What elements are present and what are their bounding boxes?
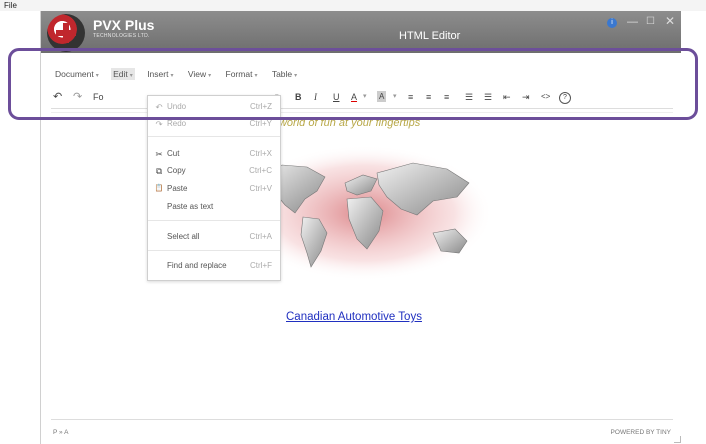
brand-subtitle: TECHNOLOGIES LTD. bbox=[93, 33, 150, 39]
logo-cross-horizontal bbox=[56, 30, 76, 36]
title-bar: PVX Plus TECHNOLOGIES LTD. HTML Editor i… bbox=[41, 11, 681, 53]
brand-name: PVX Plus bbox=[93, 17, 155, 33]
element-path[interactable]: P » A bbox=[53, 429, 68, 436]
menu-separator bbox=[148, 136, 280, 137]
menu-item-find-and-replace[interactable]: Find and replace Ctrl+F bbox=[148, 259, 280, 273]
menu-item-cut[interactable]: ✂ Cut Ctrl+X bbox=[148, 147, 280, 161]
maximize-icon[interactable]: ☐ bbox=[646, 16, 655, 27]
window-title: HTML Editor bbox=[399, 30, 461, 42]
menu-separator bbox=[148, 250, 280, 251]
menu-item-paste-as-text[interactable]: Paste as text bbox=[148, 200, 280, 214]
powered-by-tiny-link[interactable]: POWERED BY TINY bbox=[611, 429, 671, 436]
canadian-automotive-toys-link[interactable]: Canadian Automotive Toys bbox=[286, 311, 422, 323]
menu-separator bbox=[148, 220, 280, 221]
menu-item-paste[interactable]: 📋 Paste Ctrl+V bbox=[148, 182, 280, 196]
os-menu-bar: File bbox=[0, 0, 706, 11]
paste-icon: 📋 bbox=[154, 185, 164, 192]
info-icon[interactable]: i bbox=[607, 18, 617, 28]
file-menu[interactable]: File bbox=[0, 1, 17, 10]
toolbar-highlight-annotation bbox=[8, 48, 698, 120]
menu-item-copy[interactable]: ⧉ Copy Ctrl+C bbox=[148, 164, 280, 178]
resize-grip[interactable] bbox=[674, 436, 681, 443]
close-icon[interactable]: ✕ bbox=[665, 14, 675, 28]
minimize-icon[interactable]: — bbox=[627, 16, 638, 28]
statusbar-divider bbox=[51, 419, 673, 420]
edit-dropdown-menu: ↶ Undo Ctrl+Z ↷ Redo Ctrl+Y ✂ Cut Ctrl+X… bbox=[147, 95, 281, 281]
scissors-icon: ✂ bbox=[155, 149, 163, 159]
copy-icon: ⧉ bbox=[155, 166, 163, 176]
menu-item-select-all[interactable]: Select all Ctrl+A bbox=[148, 230, 280, 244]
